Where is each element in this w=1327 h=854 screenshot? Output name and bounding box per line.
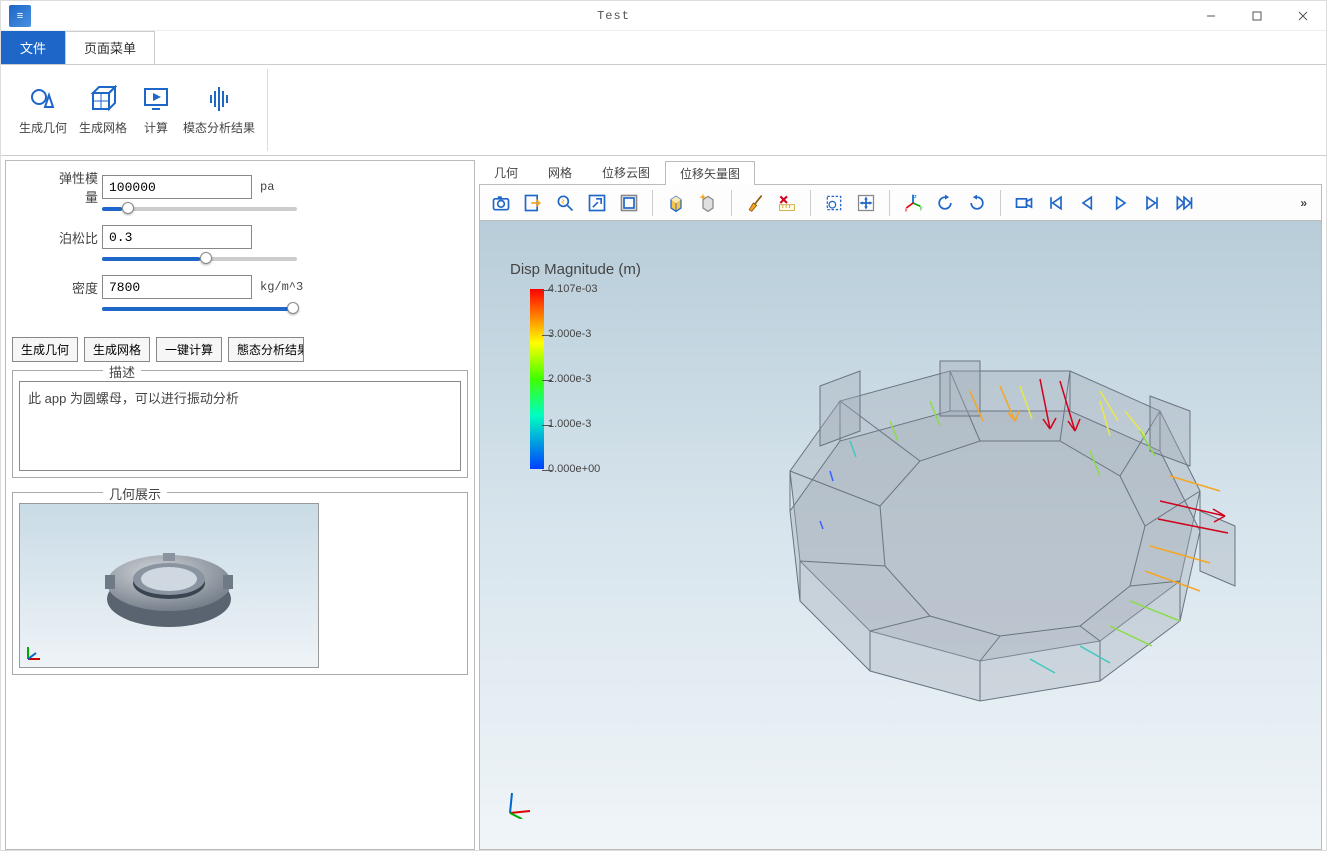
geometry-preview-fieldset: 几何展示: [12, 492, 468, 675]
prev-frame-icon[interactable]: [1073, 188, 1103, 218]
ribbon-item-label: 模态分析结果: [183, 119, 255, 136]
ribbon-panel: 生成几何 生成网格 计算 模态分析结果: [1, 64, 1326, 156]
tab-disp-vector[interactable]: 位移矢量图: [665, 161, 755, 185]
modal-result-button[interactable]: 態态分析结果: [228, 337, 304, 362]
ribbon-gen-mesh[interactable]: 生成网格: [73, 69, 133, 151]
gen-geometry-button[interactable]: 生成几何: [12, 337, 78, 362]
move-arrows-icon[interactable]: [851, 188, 881, 218]
poisson-ratio-label: 泊松比: [48, 228, 98, 247]
tab-file[interactable]: 文件: [1, 31, 65, 64]
poisson-ratio-input[interactable]: [102, 225, 252, 249]
colorbar-tick: 4.107e-03: [548, 283, 598, 295]
description-text: 此 app 为圆螺母，可以进行振动分析: [19, 381, 461, 471]
svg-text:x: x: [905, 207, 908, 213]
brush-icon[interactable]: [740, 188, 770, 218]
fea-result-scene: [680, 301, 1300, 721]
density-input[interactable]: [102, 275, 252, 299]
ribbon-item-label: 生成网格: [79, 119, 127, 136]
one-click-compute-button[interactable]: 一键计算: [156, 337, 222, 362]
cube-light-icon[interactable]: [693, 188, 723, 218]
play-icon[interactable]: [1105, 188, 1135, 218]
elastic-modulus-label: 弹性模量: [48, 168, 98, 206]
zoom-lightning-icon[interactable]: [550, 188, 580, 218]
ruler-delete-icon[interactable]: [772, 188, 802, 218]
sphere-cone-icon: [29, 85, 57, 113]
waveform-icon: [205, 85, 233, 113]
next-frame-icon[interactable]: [1137, 188, 1167, 218]
svg-text:y: y: [920, 205, 923, 211]
density-unit: kg/m^3: [260, 280, 303, 294]
rotate-ccw-icon[interactable]: [930, 188, 960, 218]
fit-zoom-icon[interactable]: [582, 188, 612, 218]
ribbon-compute[interactable]: 计算: [133, 69, 179, 151]
colorbar-tick: 2.000e-3: [548, 373, 591, 385]
app-icon: ≡: [9, 5, 31, 27]
toolbar-overflow[interactable]: »: [1292, 196, 1315, 210]
tab-geometry[interactable]: 几何: [479, 160, 533, 184]
ribbon-gen-geometry[interactable]: 生成几何: [13, 69, 73, 151]
geometry-preview-legend: 几何展示: [103, 484, 167, 503]
parameter-sidebar: 弹性模量 pa 泊松比 密度 kg/m^3: [5, 160, 475, 850]
description-fieldset: 描述 此 app 为圆螺母，可以进行振动分析: [12, 370, 468, 478]
rotate-cw-icon[interactable]: [962, 188, 992, 218]
tab-mesh[interactable]: 网格: [533, 160, 587, 184]
ribbon-item-label: 生成几何: [19, 119, 67, 136]
viewer-toolbar: x yz »: [479, 185, 1322, 221]
colorbar-title: Disp Magnitude (m): [510, 261, 641, 278]
skip-first-icon[interactable]: [1041, 188, 1071, 218]
density-slider[interactable]: [102, 307, 297, 311]
window-title: Test: [39, 9, 1188, 23]
play-monitor-icon: [142, 85, 170, 113]
elastic-modulus-unit: pa: [260, 180, 274, 194]
colorbar: [530, 289, 544, 469]
maximize-button[interactable]: [1234, 1, 1280, 31]
viewport-tabs: 几何 网格 位移云图 位移矢量图: [479, 160, 1322, 185]
close-button[interactable]: [1280, 1, 1326, 31]
axes-xyz-icon[interactable]: x yz: [898, 188, 928, 218]
colorbar-tick: 1.000e-3: [548, 418, 591, 430]
video-camera-icon[interactable]: [1009, 188, 1039, 218]
gen-mesh-button[interactable]: 生成网格: [84, 337, 150, 362]
density-label: 密度: [48, 278, 98, 297]
geometry-preview-viewport[interactable]: [19, 503, 319, 668]
3d-viewport[interactable]: Disp Magnitude (m) 4.107e-03 3.000e-3 2.00…: [479, 221, 1322, 850]
tab-page-menu[interactable]: 页面菜单: [65, 31, 155, 64]
ring-nut-icon: [69, 521, 269, 651]
minimize-button[interactable]: [1188, 1, 1234, 31]
svg-text:z: z: [914, 194, 917, 200]
camera-icon[interactable]: [486, 188, 516, 218]
colorbar-tick: 3.000e-3: [548, 328, 591, 340]
select-box-icon[interactable]: [819, 188, 849, 218]
ribbon-modal-result[interactable]: 模态分析结果: [179, 69, 259, 151]
tab-disp-cloud[interactable]: 位移云图: [587, 160, 665, 184]
skip-last-icon[interactable]: [1169, 188, 1199, 218]
elastic-modulus-input[interactable]: [102, 175, 252, 199]
titlebar: ≡ Test: [1, 1, 1326, 31]
zoom-window-icon[interactable]: [614, 188, 644, 218]
viewport-triad-icon: [504, 789, 534, 819]
poisson-ratio-slider[interactable]: [102, 257, 297, 261]
export-arrow-icon[interactable]: [518, 188, 548, 218]
ribbon-item-label: 计算: [144, 119, 168, 136]
colorbar-tick: 0.000e+00: [548, 463, 600, 475]
ribbon-tabs: 文件 页面菜单: [1, 31, 1326, 64]
triad-icon: [24, 645, 42, 663]
description-legend: 描述: [103, 362, 141, 381]
elastic-modulus-slider[interactable]: [102, 207, 297, 211]
cube-color-icon[interactable]: [661, 188, 691, 218]
cube-mesh-icon: [89, 85, 117, 113]
